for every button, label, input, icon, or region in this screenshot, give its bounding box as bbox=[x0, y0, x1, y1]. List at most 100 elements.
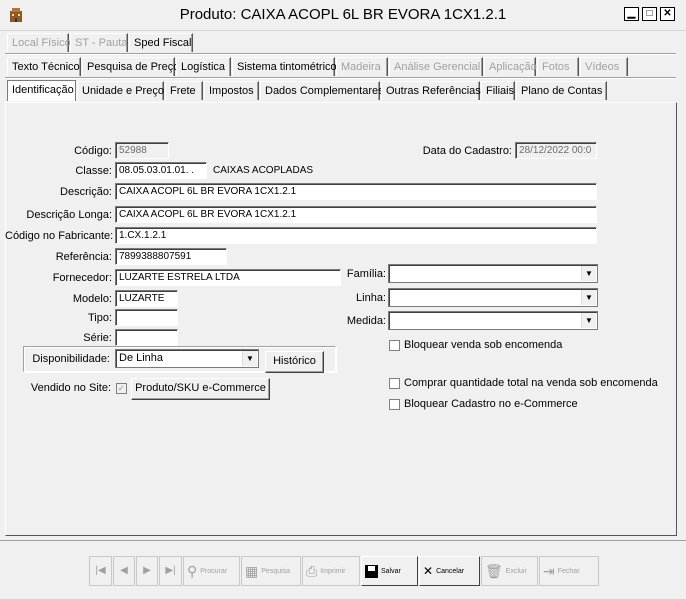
tab-analise-gerencial[interactable]: Análise Gerencial bbox=[389, 57, 483, 76]
historico-button[interactable]: Histórico bbox=[265, 351, 324, 373]
fechar-label: Fechar bbox=[557, 567, 580, 575]
tab-local-fisico[interactable]: Local Físico bbox=[7, 33, 71, 52]
trash-icon: 🗑 bbox=[485, 563, 503, 579]
tab-sped-fiscal[interactable]: Sped Fiscal bbox=[129, 33, 193, 52]
data-cadastro-label: Data do Cadastro: bbox=[422, 145, 512, 157]
previous-record-button[interactable]: ◀ bbox=[113, 556, 135, 586]
tab-videos[interactable]: Vídeos bbox=[580, 57, 628, 76]
title-bar: Produto: CAIXA ACOPL 6L BR EVORA 1CX1.2.… bbox=[0, 0, 686, 31]
printer-icon: ⎙ bbox=[306, 563, 318, 579]
close-button[interactable]: ✕ bbox=[660, 7, 675, 21]
previous-record-icon: ◀ bbox=[120, 565, 128, 576]
first-record-icon: |◀ bbox=[95, 565, 106, 576]
disponibilidade-label: Disponibilidade: bbox=[32, 353, 110, 365]
referencia-field[interactable]: 7899388807591 bbox=[115, 248, 227, 265]
fornecedor-field[interactable]: LUZARTE ESTRELA LTDA bbox=[115, 269, 341, 286]
chevron-down-icon[interactable]: ▼ bbox=[242, 351, 257, 366]
first-record-button[interactable]: |◀ bbox=[89, 556, 112, 586]
tab-plano-contas[interactable]: Plano de Contas bbox=[516, 81, 607, 100]
tab-madeira[interactable]: Madeira bbox=[336, 57, 388, 76]
fechar-button[interactable]: ⇥ Fechar bbox=[539, 556, 599, 586]
excluir-label: Excluir bbox=[505, 567, 527, 575]
door-exit-icon: ⇥ bbox=[543, 563, 555, 579]
last-record-button[interactable]: ▶| bbox=[159, 556, 182, 586]
familia-label: Família: bbox=[346, 268, 386, 280]
window-title: Produto: CAIXA ACOPL 6L BR EVORA 1CX1.2.… bbox=[179, 6, 507, 23]
binoculars-icon: ⚲ bbox=[187, 563, 198, 579]
tab-aplicacao[interactable]: Aplicação bbox=[484, 57, 537, 76]
bloquear-venda-checkbox[interactable] bbox=[389, 340, 400, 351]
salvar-label: Salvar bbox=[381, 567, 401, 575]
classe-description: CAIXAS ACOPLADAS bbox=[213, 165, 314, 176]
comprar-quantidade-checkbox[interactable] bbox=[389, 378, 400, 389]
disponibilidade-value: De Linha bbox=[119, 352, 164, 364]
tab-st-pauta[interactable]: ST - Pauta bbox=[70, 33, 128, 52]
cancelar-button[interactable]: ✕ Cancelar bbox=[419, 556, 480, 586]
procurar-button[interactable]: ⚲ Procurar bbox=[183, 556, 240, 586]
minimize-button[interactable]: ▁ bbox=[624, 7, 639, 21]
salvar-button[interactable]: Salvar bbox=[361, 556, 418, 586]
tab-outras-referencias[interactable]: Outras Referências bbox=[381, 81, 481, 100]
tipo-label: Tipo: bbox=[87, 312, 112, 324]
grid-icon: ▦ bbox=[245, 563, 259, 579]
medida-select[interactable]: ▼ bbox=[388, 311, 598, 330]
linha-select[interactable]: ▼ bbox=[388, 288, 598, 307]
bloquear-venda-label: Bloquear venda sob encomenda bbox=[404, 339, 563, 351]
tab-unidade-preco[interactable]: Unidade e Preço bbox=[77, 81, 164, 100]
tab-impostos[interactable]: Impostos bbox=[204, 81, 259, 100]
vendido-site-checkbox[interactable]: ✓ bbox=[116, 383, 127, 394]
classe-field[interactable]: 08.05.03.01.01. . bbox=[115, 162, 207, 179]
tab-logistica[interactable]: Logística bbox=[176, 57, 231, 76]
chevron-down-icon[interactable]: ▼ bbox=[581, 313, 596, 328]
tab-row-divider bbox=[5, 53, 676, 55]
last-record-icon: ▶| bbox=[165, 565, 176, 576]
chevron-down-icon[interactable]: ▼ bbox=[581, 290, 596, 305]
codigo-label: Código: bbox=[74, 145, 112, 157]
descricao-field[interactable]: CAIXA ACOPL 6L BR EVORA 1CX1.2.1 bbox=[115, 183, 597, 200]
descricao-longa-label: Descrição Longa: bbox=[26, 209, 112, 221]
modelo-label: Modelo: bbox=[72, 293, 112, 305]
classe-label: Classe: bbox=[75, 165, 112, 177]
fornecedor-label: Fornecedor: bbox=[52, 272, 112, 284]
maximize-button[interactable]: □ bbox=[642, 7, 657, 21]
comprar-quantidade-label: Comprar quantidade total na venda sob en… bbox=[404, 377, 658, 389]
tab-filiais[interactable]: Filiais bbox=[481, 81, 515, 100]
serie-label: Série: bbox=[83, 332, 112, 344]
serie-field[interactable] bbox=[115, 329, 178, 346]
pesquisa-button[interactable]: ▦ Pesquisa bbox=[241, 556, 301, 586]
cancelar-label: Cancelar bbox=[436, 567, 465, 575]
codigo-fabricante-field[interactable]: 1.CX.1.2.1 bbox=[115, 227, 597, 244]
tipo-field[interactable] bbox=[115, 309, 178, 326]
bloquear-cadastro-checkbox[interactable] bbox=[389, 399, 400, 410]
tab-pesquisa-preco[interactable]: Pesquisa de Preço bbox=[82, 57, 179, 76]
tab-frete[interactable]: Frete bbox=[165, 81, 203, 100]
familia-select[interactable]: ▼ bbox=[388, 264, 598, 283]
next-record-button[interactable]: ▶ bbox=[136, 556, 158, 586]
tab-fotos[interactable]: Fotos bbox=[537, 57, 579, 76]
tab-dados-complementares[interactable]: Dados Complementares bbox=[260, 81, 384, 100]
descricao-longa-field[interactable]: CAIXA ACOPL 6L BR EVORA 1CX1.2.1 bbox=[115, 206, 597, 223]
tab-sistema-tintometrico[interactable]: Sistema tintométrico bbox=[232, 57, 337, 76]
excluir-button[interactable]: 🗑 Excluir bbox=[481, 556, 538, 586]
data-cadastro-field[interactable]: 28/12/2022 00:0 bbox=[515, 142, 597, 159]
disponibilidade-select[interactable]: De Linha ▼ bbox=[115, 349, 259, 368]
cancel-icon: ✕ bbox=[423, 564, 434, 578]
linha-label: Linha: bbox=[356, 292, 386, 304]
codigo-field[interactable]: 52988 bbox=[115, 142, 169, 159]
imprimir-button[interactable]: ⎙ Imprimir bbox=[302, 556, 360, 586]
produto-sku-button[interactable]: Produto/SKU e-Commerce bbox=[131, 378, 270, 400]
pesquisa-label: Pesquisa bbox=[261, 567, 291, 575]
imprimir-label: Imprimir bbox=[320, 567, 346, 575]
tab-texto-tecnico[interactable]: Texto Técnico bbox=[7, 57, 81, 76]
tab-identificacao[interactable]: Identificação bbox=[7, 80, 76, 101]
medida-label: Medida: bbox=[346, 315, 386, 327]
referencia-label: Referência: bbox=[55, 251, 112, 263]
chevron-down-icon[interactable]: ▼ bbox=[581, 266, 596, 281]
vendido-site-label: Vendido no Site: bbox=[30, 382, 111, 394]
descricao-label: Descrição: bbox=[60, 186, 112, 198]
bloquear-cadastro-label: Bloquear Cadastro no e-Commerce bbox=[404, 398, 578, 410]
floppy-disk-icon bbox=[365, 564, 378, 578]
tab-row-divider bbox=[5, 77, 676, 79]
panel-bottom-divider bbox=[0, 540, 686, 541]
modelo-field[interactable]: LUZARTE bbox=[115, 290, 178, 307]
